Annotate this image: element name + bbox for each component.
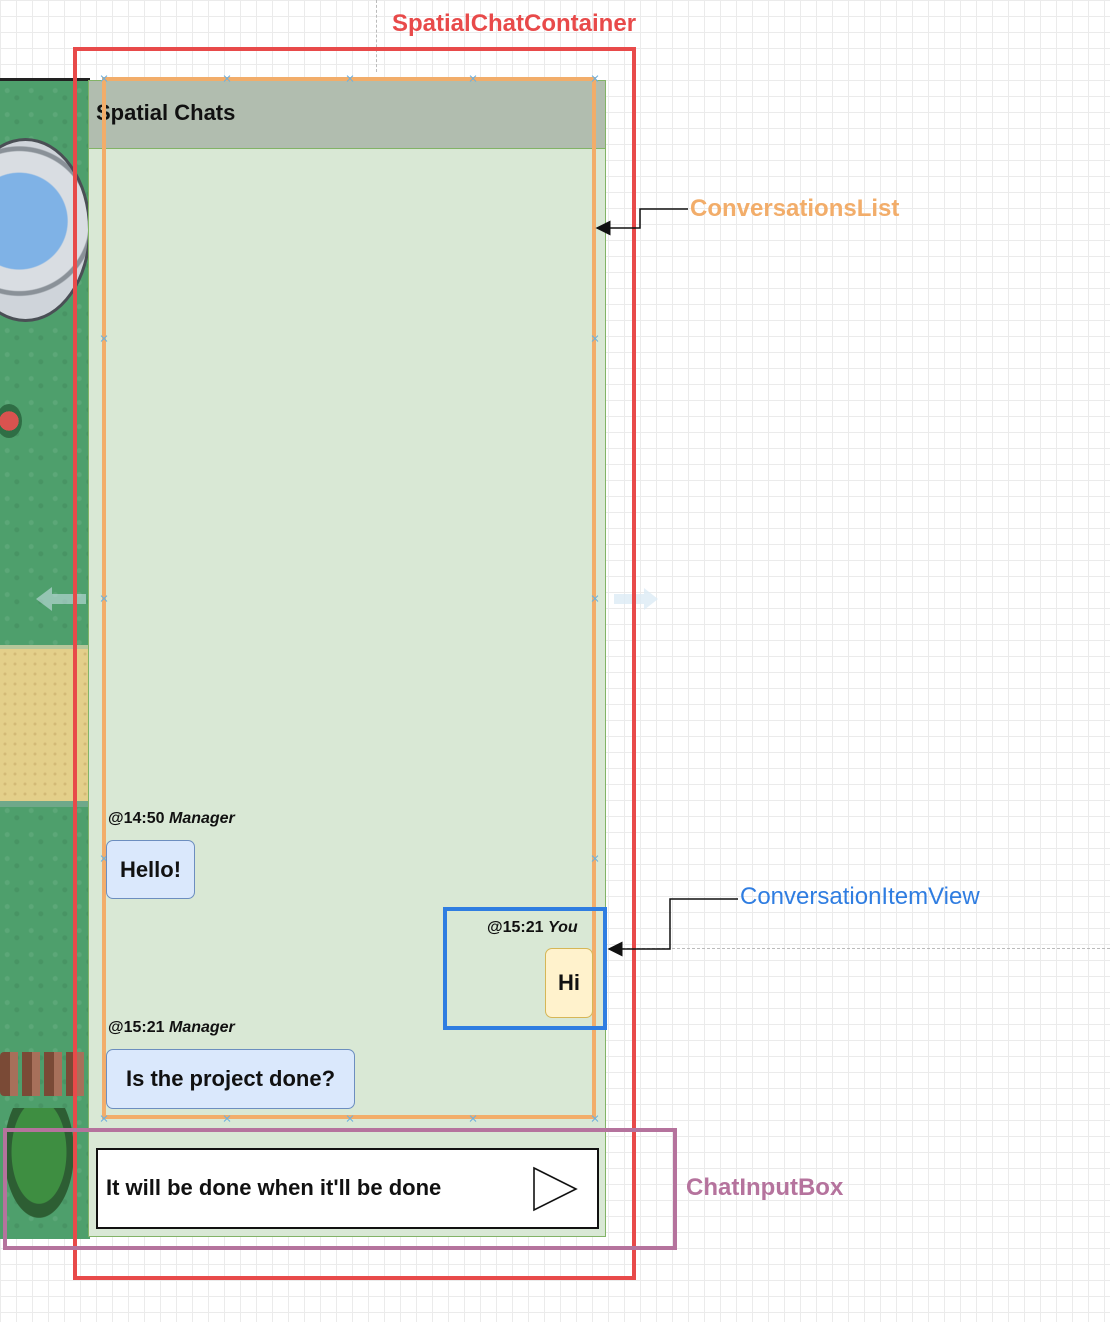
chat-input-box-frame xyxy=(3,1128,677,1250)
horizontal-guide-line xyxy=(612,948,1110,949)
conversation-item-view-frame xyxy=(443,907,607,1030)
annotation-chat-input-box: ChatInputBox xyxy=(686,1174,844,1201)
annotation-conversations-list: ConversationsList xyxy=(690,195,900,222)
annotation-spatial-chat-container: SpatialChatContainer xyxy=(392,10,637,37)
annotation-conversation-item-view: ConversationItemView xyxy=(740,883,980,910)
spatial-chat-container-frame xyxy=(73,47,636,1280)
